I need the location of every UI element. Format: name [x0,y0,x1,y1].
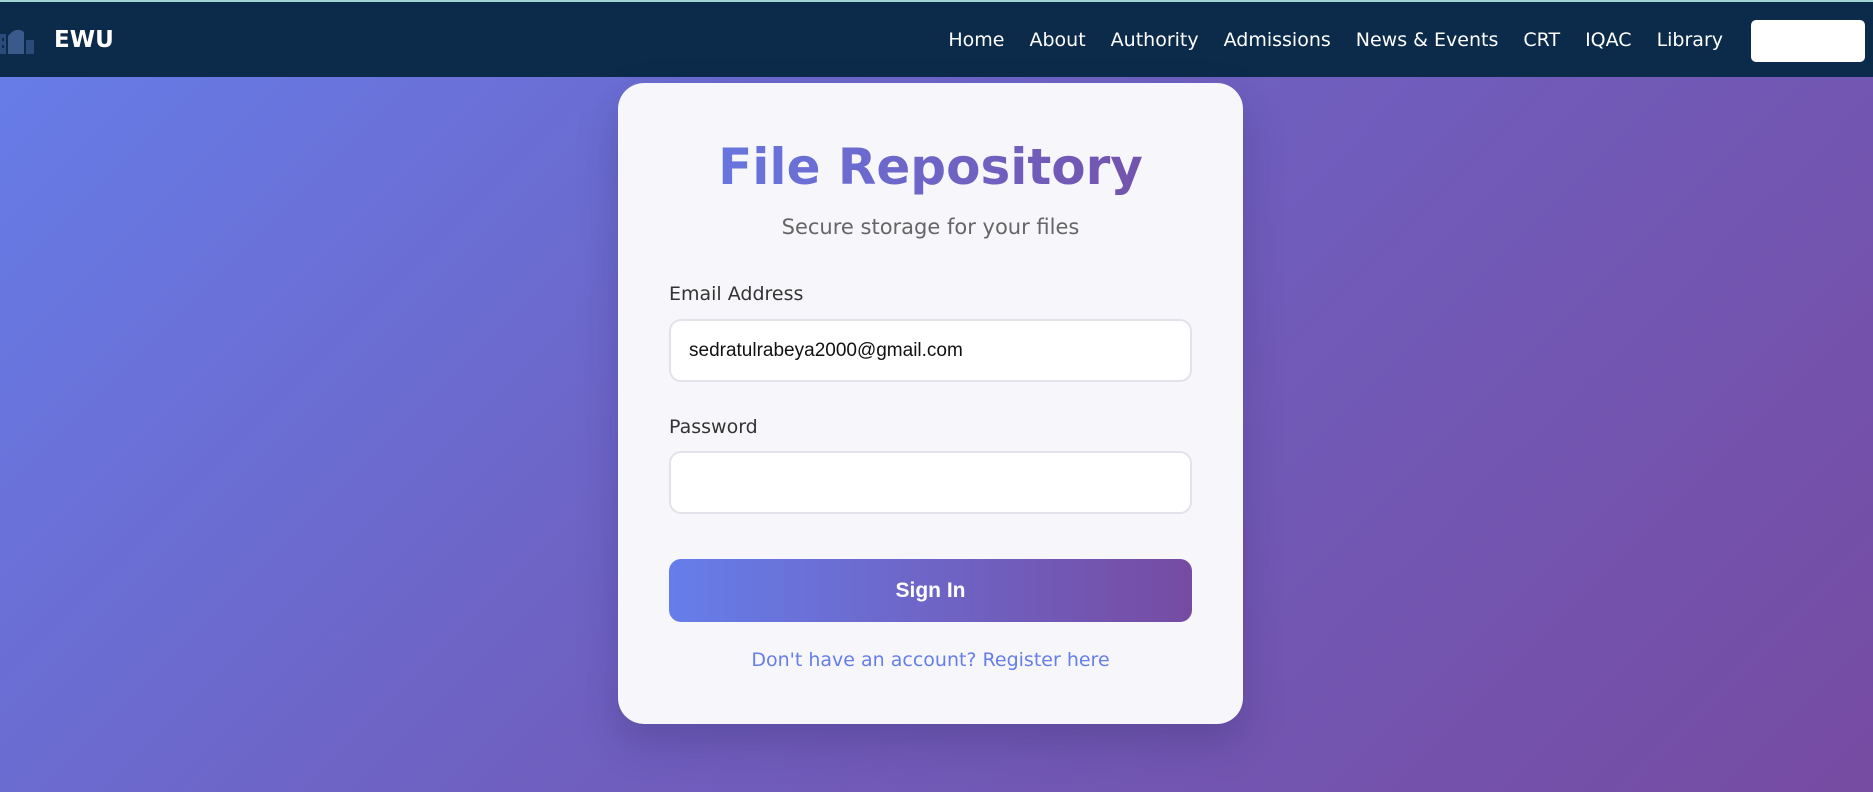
brand[interactable]: EWU [0,2,114,77]
page-subtitle: Secure storage for your files [781,215,1080,239]
nav-link-iqac[interactable]: IQAC [1585,29,1632,51]
nav-link-about[interactable]: About [1029,29,1085,51]
brand-name: EWU [54,26,114,53]
sign-in-button[interactable]: Sign In [669,559,1192,622]
login-card: File Repository Secure storage for your … [618,83,1243,724]
nav-links: Home About Authority Admissions News & E… [923,2,1723,77]
password-label: Password [669,416,758,438]
password-field[interactable] [669,451,1192,514]
nav-link-authority[interactable]: Authority [1111,29,1199,51]
email-label: Email Address [669,283,804,305]
nav-link-crt[interactable]: CRT [1523,29,1560,51]
nav-action-button[interactable] [1751,20,1865,62]
register-link[interactable]: Don't have an account? Register here [618,649,1243,671]
page-title: File Repository [618,138,1243,196]
email-field[interactable] [669,319,1192,382]
university-building-icon [0,29,34,54]
nav-link-news-events[interactable]: News & Events [1356,29,1499,51]
nav-link-admissions[interactable]: Admissions [1224,29,1331,51]
nav-link-home[interactable]: Home [948,29,1004,51]
top-navbar: EWU Home About Authority Admissions News… [0,2,1873,77]
nav-link-library[interactable]: Library [1657,29,1723,51]
